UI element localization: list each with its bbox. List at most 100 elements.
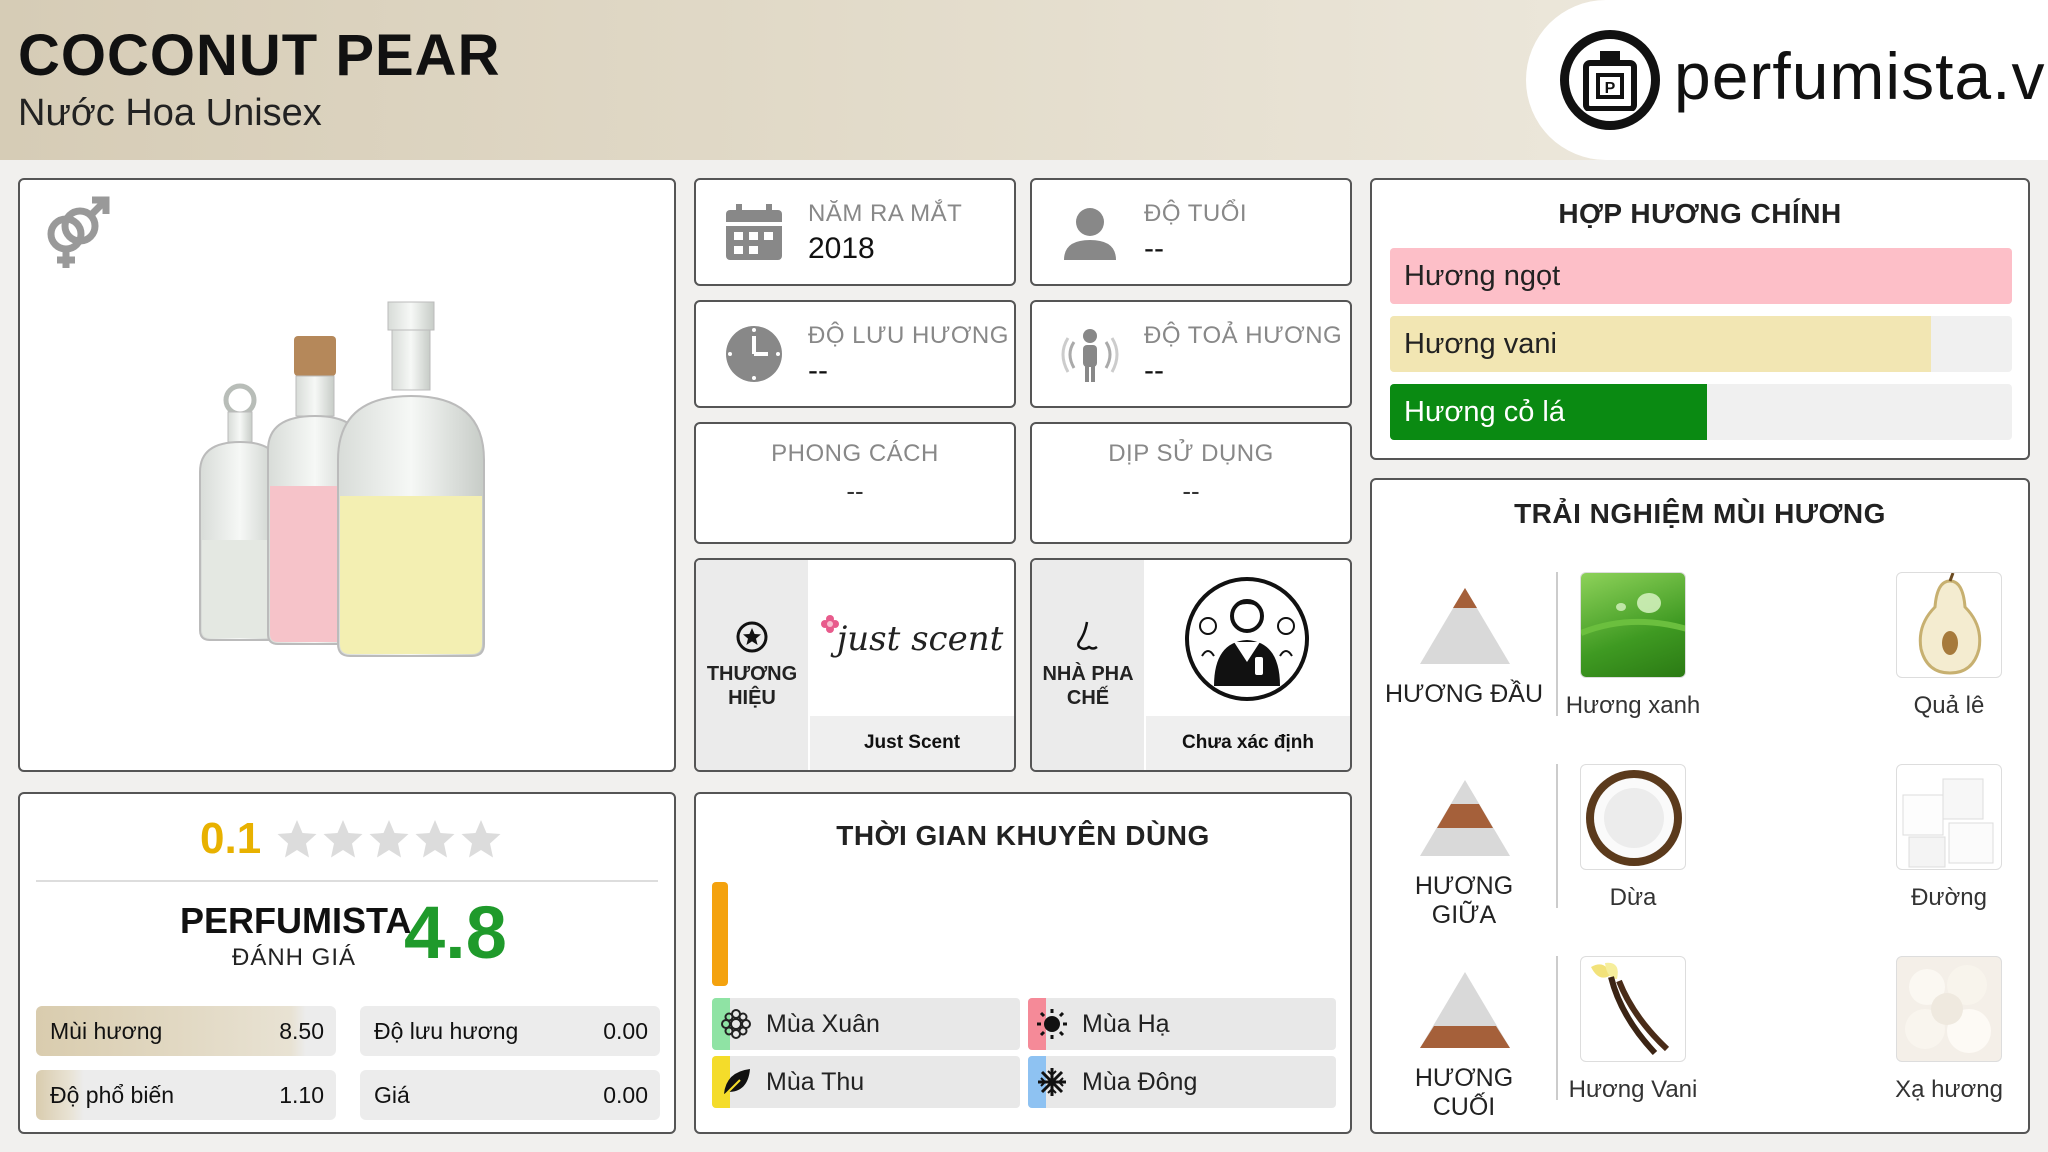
top-notes-label: HƯƠNG ĐẦU [1384,680,1544,708]
note-label-green: Hương xanh [1565,692,1701,719]
sillage-person-icon [1061,329,1119,382]
divider [36,880,658,882]
perfumer-portrait [1146,564,1348,714]
accord-label: Hương ngọt [1404,260,1561,292]
rating-star-icon[interactable] [322,818,364,860]
brand-card[interactable]: THƯƠNG HIỆU just scent Just Scent [694,558,1016,772]
note-label-sugar: Đường [1911,884,1987,911]
perfumer-card[interactable]: NHÀ PHA CHẾ Chưa xác định [1030,558,1352,772]
brand-label-line2: HIỆU [728,687,776,709]
rating-star-icon[interactable] [368,818,410,860]
clock-icon [726,326,782,382]
metric-value: 1.10 [279,1082,324,1108]
occasion-card: DỊP SỬ DỤNG -- [1030,422,1352,544]
accord-label: Hương vani [1404,328,1557,360]
season-item: Mùa Thu [712,1056,1020,1108]
rating-star-icon[interactable] [414,818,456,860]
product-title: COCONUT PEAR [18,23,501,88]
metric-label: Độ phổ biến [50,1082,175,1108]
perfumer-name: Chưa xác định [1146,716,1350,770]
occasion-value: -- [1182,476,1200,506]
brand-label: THƯƠNG HIỆU [696,560,808,770]
spring-flower-icon [721,1009,751,1039]
pyramid-base-icon [1420,972,1510,1048]
brand-logo-text: just scent [836,619,1004,659]
pyramid-top-icon [1420,588,1510,664]
release-year-card: NĂM RA MẮT 2018 [694,178,1016,286]
rating-metric: Giá 0.00 [360,1070,660,1120]
water-drop-icon [1581,593,1685,636]
metric-value: 0.00 [603,1082,648,1108]
occasion-label: DỊP SỬ DỤNG [1108,440,1274,467]
perfumer-avatar-icon [1185,577,1309,701]
note-image-musk[interactable] [1896,956,2002,1062]
perfumer-label-line2: CHẾ [1066,687,1110,709]
person-icon [1064,208,1116,260]
sillage-value: -- [1144,354,1164,387]
season-item: Mùa Đông [1028,1056,1336,1108]
rating-star-icon[interactable] [460,818,502,860]
note-image-sugar[interactable] [1896,764,2002,870]
perfumista-label: PERFUMISTA [180,900,412,941]
season-label: Mùa Hạ [1082,1010,1170,1038]
metric-value: 0.00 [603,1018,648,1044]
style-value: -- [846,476,864,506]
season-item: Mùa Hạ [1028,998,1336,1050]
accord-label: Hương cỏ lá [1404,396,1565,428]
recommended-time-title: THỜI GIAN KHUYÊN DÙNG [836,820,1210,851]
product-subtitle: Nước Hoa Unisex [18,92,322,134]
longevity-value: -- [808,354,828,387]
site-logo[interactable]: P perfumista.vn [1526,0,2048,160]
perfumista-sublabel: ĐÁNH GIÁ [232,944,357,971]
note-image-vanilla[interactable] [1580,956,1686,1062]
star-badge-icon [736,621,768,653]
season-label: Mùa Đông [1082,1068,1198,1096]
metric-label: Giá [374,1082,410,1108]
main-accords-card: HỢP HƯƠNG CHÍNH Hương ngọt Hương vani Hươn… [1370,178,2030,460]
rating-metric: Độ phổ biến 1.10 [36,1070,336,1120]
accord-bar: Hương vani [1390,316,2012,372]
style-label: PHONG CÁCH [771,440,939,467]
user-rating-score: 0.1 [200,814,262,863]
rating-card: 0.1 PERFUMISTA ĐÁNH GIÁ 4.8 Mùi hương 8.5… [18,792,676,1134]
season-item: Mùa Xuân [712,998,1020,1050]
note-image-pear[interactable] [1896,572,2002,678]
season-label: Mùa Xuân [766,1010,880,1038]
pyramid-middle-icon [1420,780,1510,856]
perfume-bottles-image [199,301,485,657]
main-accords-title: HỢP HƯƠNG CHÍNH [1558,198,1842,229]
note-image-green[interactable] [1580,572,1686,678]
rating-star-icon[interactable] [276,818,318,860]
vanilla-icon [1591,962,1670,1056]
style-card: PHONG CÁCH -- [694,422,1016,544]
perfume-bottle-logo-icon: P [1560,30,1660,130]
perfumista-score: 4.8 [404,891,507,974]
note-image-coconut[interactable] [1580,764,1686,870]
metric-value: 8.50 [279,1018,324,1044]
metric-label: Độ lưu hương [374,1018,519,1044]
note-label-coconut: Dừa [1609,884,1657,911]
logo-text: perfumista.vn [1674,39,2048,113]
accord-bar: Hương cỏ lá [1390,384,2012,440]
autumn-leaf-icon [723,1069,750,1097]
age-value: -- [1144,232,1164,265]
release-year-label: NĂM RA MẮT [808,200,963,227]
note-label-pear: Quả lê [1913,692,1985,719]
middle-notes-label: HƯƠNG GIỮA [1414,872,1514,929]
season-label: Mùa Thu [766,1068,865,1096]
perfumer-label: NHÀ PHA CHẾ [1032,560,1144,770]
calendar-icon [726,204,782,260]
perfumer-label-line1: NHÀ PHA [1042,663,1134,685]
release-year-value: 2018 [808,232,875,265]
scent-experience-card: TRẢI NGHIỆM MÙI HƯƠNG HƯƠNG ĐẦU Hương xa… [1370,478,2030,1134]
longevity-card: ĐỘ LƯU HƯƠNG -- [694,300,1016,408]
note-label-vanilla: Hương Vani [1568,1076,1698,1103]
scent-experience-title: TRẢI NGHIỆM MÙI HƯƠNG [1514,498,1886,529]
brand-name: Just Scent [810,716,1014,770]
sugar-cubes-icon [1902,778,1994,868]
unisex-gender-icon [47,196,110,268]
age-card: ĐỘ TUỔI -- [1030,178,1352,286]
brand-label-line1: THƯƠNG [706,663,798,685]
summer-sun-icon [1037,1009,1067,1039]
nose-icon [1077,621,1098,651]
